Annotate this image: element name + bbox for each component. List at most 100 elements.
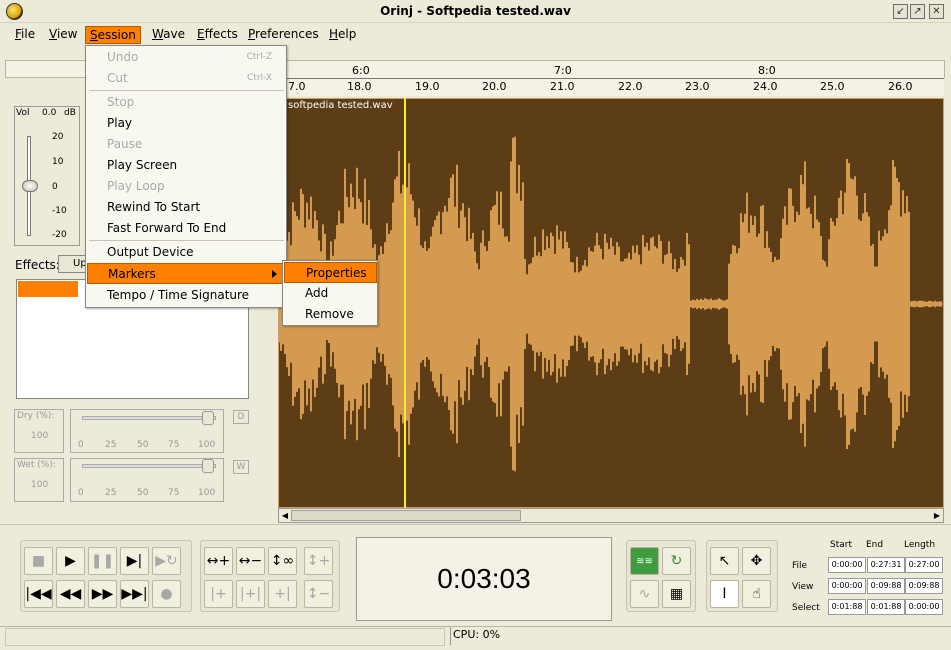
menu-item-undo[interactable]: Undo Ctrl-Z	[87, 47, 286, 68]
menu-item-play[interactable]: Play	[87, 113, 286, 134]
ruler-second-label: 19.0	[415, 80, 440, 93]
menu-item-pause[interactable]: Pause	[87, 134, 286, 155]
stop-icon[interactable]: ■	[24, 547, 53, 575]
menu-item-tempo-time-signature[interactable]: Tempo / Time Signature	[87, 285, 286, 306]
dry-slider-knob[interactable]	[202, 411, 214, 425]
menu-item-add[interactable]: Add	[284, 283, 377, 304]
piano-roll-icon[interactable]: ▦	[662, 580, 691, 608]
panel-separator[interactable]	[0, 524, 951, 528]
scroll-left-icon[interactable]: ◀	[279, 509, 291, 522]
menu-item-output-device[interactable]: Output Device	[87, 242, 286, 263]
ruler-second-label: 7.0	[288, 80, 306, 93]
ruler-second-label: 25.0	[820, 80, 845, 93]
menu-item-remove[interactable]: Remove	[284, 304, 377, 325]
fast-forward-icon[interactable]: ▶▶	[88, 580, 117, 608]
menu-item-markers[interactable]: Markers	[87, 263, 286, 284]
dry-button[interactable]: D	[233, 410, 249, 424]
menu-effects[interactable]: Effects	[193, 26, 242, 44]
dry-slider-track[interactable]	[82, 416, 216, 420]
wet-slider-knob[interactable]	[202, 459, 214, 473]
zoom-selection-end-icon[interactable]: +|	[268, 580, 297, 608]
maximize-icon[interactable]: ↗	[910, 4, 925, 19]
info-header-length: Length	[904, 540, 936, 550]
loop-view-icon[interactable]: ↻	[662, 547, 691, 575]
scrollbar-thumb[interactable]	[291, 510, 521, 521]
effects-list-selection[interactable]	[18, 281, 78, 297]
dry-scale: 100	[198, 440, 216, 450]
zoom-full-icon[interactable]: ↕∞	[268, 547, 297, 575]
play-loop-icon[interactable]: ▶↻	[152, 547, 181, 575]
effects-label: Effects:	[15, 258, 60, 272]
wet-scale: 50	[137, 488, 149, 498]
info-header-end: End	[866, 540, 884, 550]
effects-up-button[interactable]: Up	[58, 255, 88, 273]
menu-item-rewind-to-start[interactable]: Rewind To Start	[87, 197, 286, 218]
dry-value: 100	[31, 431, 49, 441]
pointer-icon[interactable]: ↖	[710, 547, 739, 575]
time-ruler[interactable]: 6:0 7:0 8:0 7.0 18.0 19.0 20.0 21.0 22.0…	[278, 62, 944, 96]
multitrack-view-icon[interactable]: ≋≋	[630, 547, 659, 575]
menu-item-cut[interactable]: Cut Ctrl-X	[87, 68, 286, 89]
zoom-in-horizontal-icon[interactable]: ↔+	[204, 547, 233, 575]
hand-icon[interactable]: ☝	[742, 580, 771, 608]
menu-file[interactable]: File	[11, 26, 39, 44]
text-cursor-icon[interactable]: I	[710, 580, 739, 608]
zoom-selection-out-icon[interactable]: |+|	[236, 580, 265, 608]
status-message-area	[5, 628, 445, 646]
submenu-arrow-icon	[272, 270, 277, 278]
zoom-out-horizontal-icon[interactable]: ↔−	[236, 547, 265, 575]
dry-scale: 0	[78, 440, 84, 450]
menu-item-properties[interactable]: Properties	[284, 262, 377, 283]
menu-item-play-screen[interactable]: Play Screen	[87, 155, 286, 176]
close-icon[interactable]: ✕	[929, 4, 944, 19]
window-title: Orinj - Softpedia tested.wav	[380, 4, 571, 18]
menu-view[interactable]: View	[45, 26, 81, 44]
volume-tick: 0	[52, 182, 58, 192]
zoom-out-vertical-icon[interactable]: ↕−	[304, 580, 333, 608]
wet-scale: 75	[168, 488, 180, 498]
menu-help[interactable]: Help	[325, 26, 360, 44]
move-icon[interactable]: ✥	[742, 547, 771, 575]
menu-item-stop[interactable]: Stop	[87, 92, 286, 113]
info-cell: 0:27:00	[905, 557, 943, 573]
menu-preferences[interactable]: Preferences	[244, 26, 323, 44]
menu-item-fast-forward-to-end[interactable]: Fast Forward To End	[87, 218, 286, 239]
menu-session[interactable]: Session	[85, 26, 141, 44]
title-bar: Orinj - Softpedia tested.wav ↙ ↗ ✕	[0, 0, 951, 23]
menu-wave[interactable]: Wave	[148, 26, 189, 44]
info-cell: 0:09:88	[905, 578, 943, 594]
wave-view-icon[interactable]: ∿	[630, 580, 659, 608]
time-display: 0:03:03	[356, 537, 612, 621]
zoom-selection-icon[interactable]: |+	[204, 580, 233, 608]
ruler-second-label: 21.0	[550, 80, 575, 93]
zoom-in-vertical-icon[interactable]: ↕+	[304, 547, 333, 575]
rewind-icon[interactable]: ◀◀	[56, 580, 85, 608]
pause-icon[interactable]: ❚❚	[88, 547, 117, 575]
menu-separator	[89, 240, 284, 241]
dry-label: Dry (%):	[17, 411, 55, 421]
volume-tick: 10	[52, 157, 64, 167]
ruler-minute-label: 8:0	[758, 64, 776, 77]
playback-cursor[interactable]	[404, 98, 406, 508]
rewind-to-start-icon[interactable]: |◀◀	[24, 580, 53, 608]
wet-slider-track[interactable]	[82, 464, 216, 468]
ruler-divider	[278, 78, 944, 79]
info-row-label: View	[792, 582, 814, 592]
info-row-label: File	[792, 561, 808, 571]
play-icon[interactable]: ▶	[56, 547, 85, 575]
forward-to-end-icon[interactable]: ▶▶|	[120, 580, 149, 608]
menu-item-play-loop[interactable]: Play Loop	[87, 176, 286, 197]
ruler-minute-label: 7:0	[554, 64, 572, 77]
menu-separator	[89, 90, 284, 91]
info-cell: 0:00:00	[828, 578, 866, 594]
minimize-icon[interactable]: ↙	[893, 4, 908, 19]
wet-scale: 100	[198, 488, 216, 498]
info-cell: 0:09:88	[867, 578, 905, 594]
cpu-usage: CPU: 0%	[450, 627, 600, 645]
waveform[interactable]	[278, 99, 943, 507]
play-screen-icon[interactable]: ▶|	[120, 547, 149, 575]
volume-slider-knob[interactable]	[22, 180, 38, 192]
scroll-right-icon[interactable]: ▶	[931, 509, 943, 522]
record-icon[interactable]: ●	[152, 580, 181, 608]
wet-button[interactable]: W	[233, 460, 249, 474]
